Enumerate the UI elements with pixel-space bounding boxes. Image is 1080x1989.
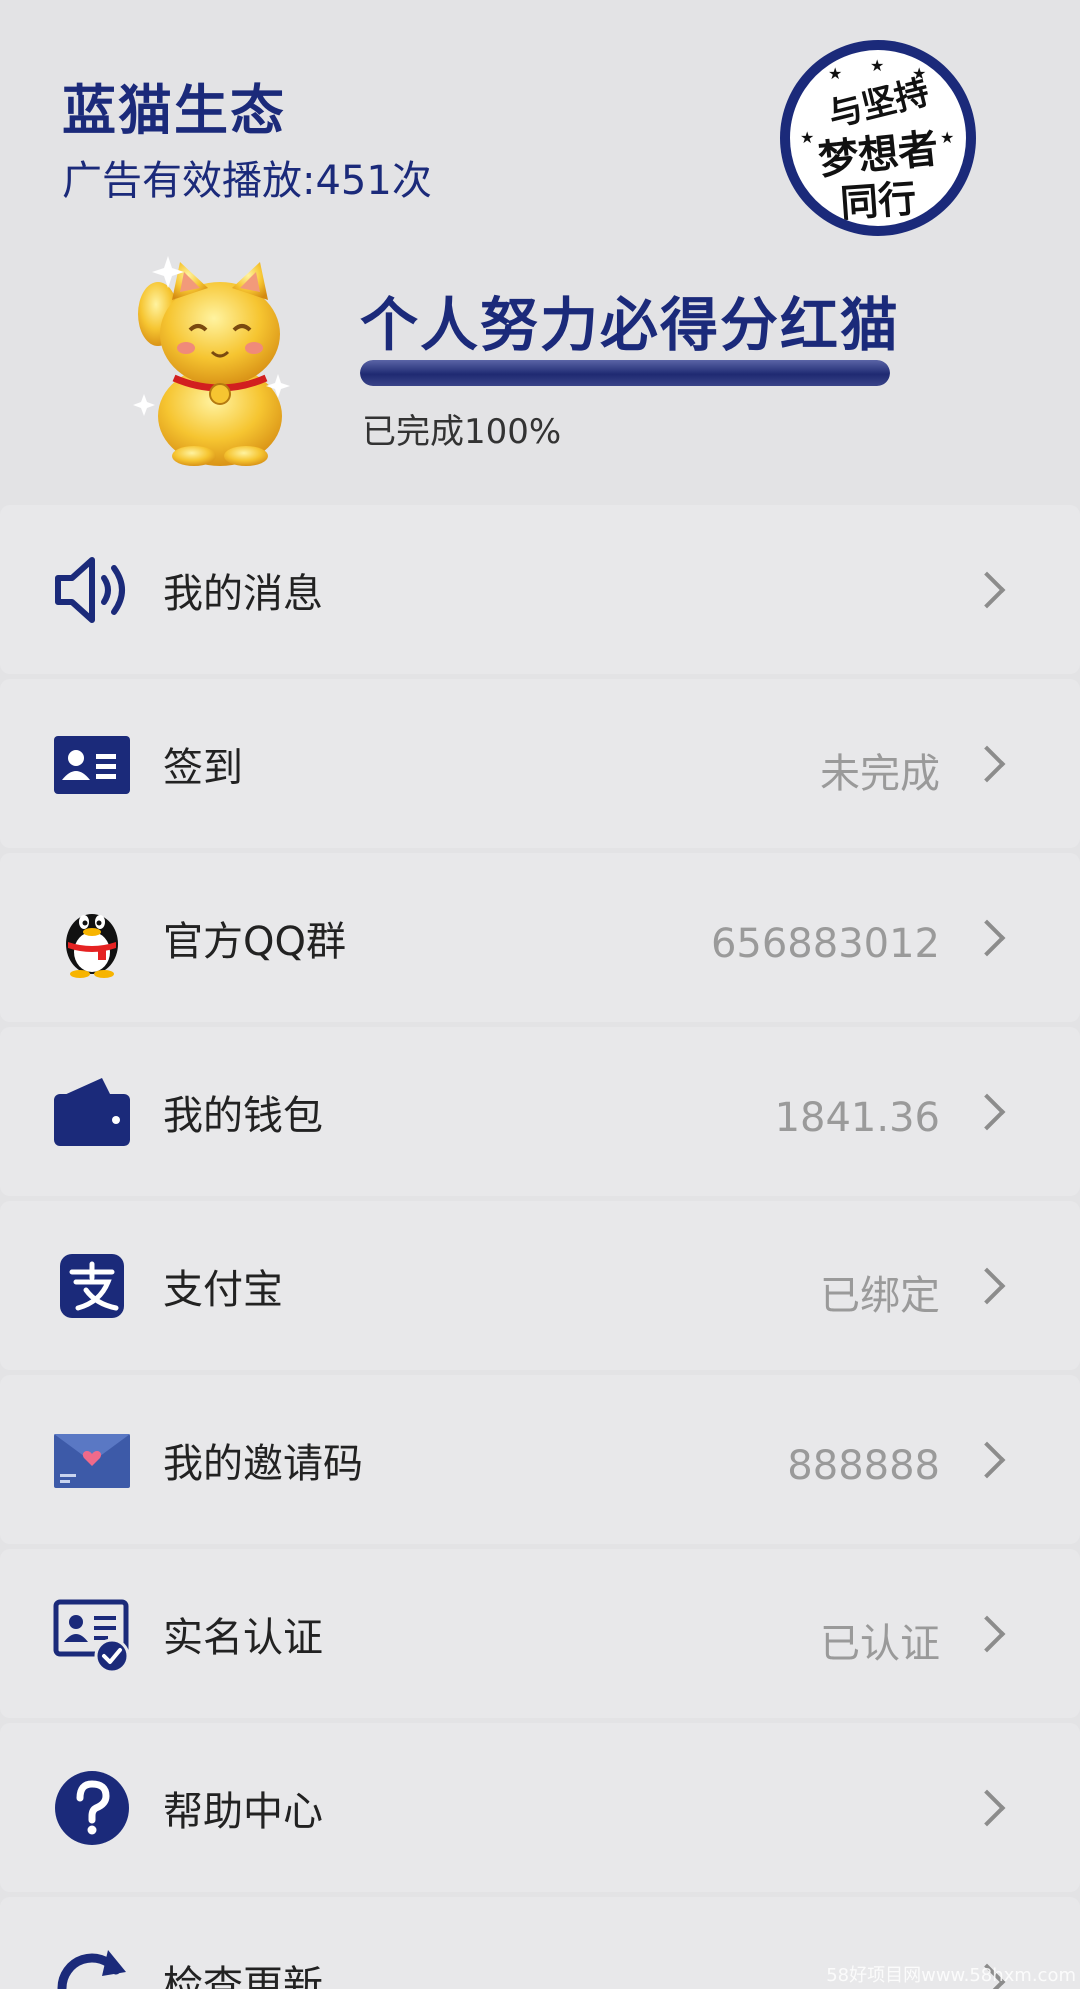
goal-progress-bar xyxy=(360,360,890,386)
speaker-icon xyxy=(55,556,125,623)
goal-progress-text: 已完成100% xyxy=(362,412,562,452)
menu-item-label: 我的邀请码 xyxy=(163,1440,363,1487)
chevron-right-icon xyxy=(968,1789,1006,1826)
menu-item-label: 实名认证 xyxy=(163,1614,323,1661)
alipay-status: 已绑定 xyxy=(820,1272,940,1319)
help-icon xyxy=(55,1770,129,1845)
badge-face: ★ ★ ★ ★ ★ 与坚持 梦想者 同行 xyxy=(790,50,966,226)
chevron-right-icon xyxy=(968,571,1006,608)
badge-text-line: 同行 xyxy=(838,176,918,226)
invite-code-value: 888888 xyxy=(787,1442,940,1489)
site-watermark: 58好项目网www.58hxm.com xyxy=(826,1965,1076,1986)
checkin-status: 未完成 xyxy=(820,750,940,797)
chevron-right-icon xyxy=(968,1615,1006,1652)
id-card-icon xyxy=(54,735,130,794)
menu-item-label: 检查更新 xyxy=(163,1962,323,1989)
verified-id-icon xyxy=(53,1599,130,1673)
envelope-icon xyxy=(54,1433,130,1488)
verification-status: 已认证 xyxy=(820,1620,940,1667)
chevron-right-icon xyxy=(968,745,1006,782)
menu-item-label: 支付宝 xyxy=(163,1266,283,1313)
profile-header: 蓝猫生态 广告有效播放:451次 ★ ★ ★ ★ ★ 与坚持 梦想者 同行 个人… xyxy=(0,0,1080,500)
menu-item-label: 签到 xyxy=(163,744,243,791)
menu-item-label: 我的钱包 xyxy=(163,1092,323,1139)
wallet-balance: 1841.36 xyxy=(774,1094,940,1141)
menu-item-label: 我的消息 xyxy=(163,570,323,617)
chevron-right-icon xyxy=(968,1441,1006,1478)
goal-title: 个人努力必得分红猫 xyxy=(360,291,901,359)
qq-group-number: 656883012 xyxy=(710,920,940,967)
menu-list: 我的消息 签到 未完成 官方QQ群 656883012 我的钱包 1841.36… xyxy=(0,505,1080,1989)
profile-page: 蓝猫生态 广告有效播放:451次 ★ ★ ★ ★ ★ 与坚持 梦想者 同行 个人… xyxy=(0,0,1080,1989)
alipay-icon xyxy=(60,1253,124,1318)
menu-item-alipay[interactable]: 支付宝 已绑定 xyxy=(0,1201,1080,1370)
menu-item-checkin[interactable]: 签到 未完成 xyxy=(0,679,1080,848)
menu-item-label: 官方QQ群 xyxy=(163,918,346,965)
menu-item-qq-group[interactable]: 官方QQ群 656883012 xyxy=(0,853,1080,1022)
menu-item-messages[interactable]: 我的消息 xyxy=(0,505,1080,674)
ad-play-count: 广告有效播放:451次 xyxy=(62,158,432,204)
menu-item-label: 帮助中心 xyxy=(163,1788,323,1835)
menu-item-real-name-verification[interactable]: 实名认证 已认证 xyxy=(0,1549,1080,1718)
chevron-right-icon xyxy=(968,1267,1006,1304)
lucky-cat-icon xyxy=(133,256,290,466)
chevron-right-icon xyxy=(968,1093,1006,1130)
qq-penguin-icon xyxy=(66,913,118,978)
motto-badge-avatar[interactable]: ★ ★ ★ ★ ★ 与坚持 梦想者 同行 xyxy=(780,40,976,236)
menu-item-invite-code[interactable]: 我的邀请码 888888 xyxy=(0,1375,1080,1544)
app-title: 蓝猫生态 xyxy=(62,79,286,142)
menu-item-help-center[interactable]: 帮助中心 xyxy=(0,1723,1080,1892)
menu-item-wallet[interactable]: 我的钱包 1841.36 xyxy=(0,1027,1080,1196)
goal-progress-fill xyxy=(360,360,890,386)
star-icon: ★ xyxy=(828,64,843,83)
star-icon: ★ xyxy=(870,56,885,75)
refresh-icon xyxy=(57,1949,126,1989)
wallet-icon xyxy=(54,1077,130,1146)
chevron-right-icon xyxy=(968,919,1006,956)
